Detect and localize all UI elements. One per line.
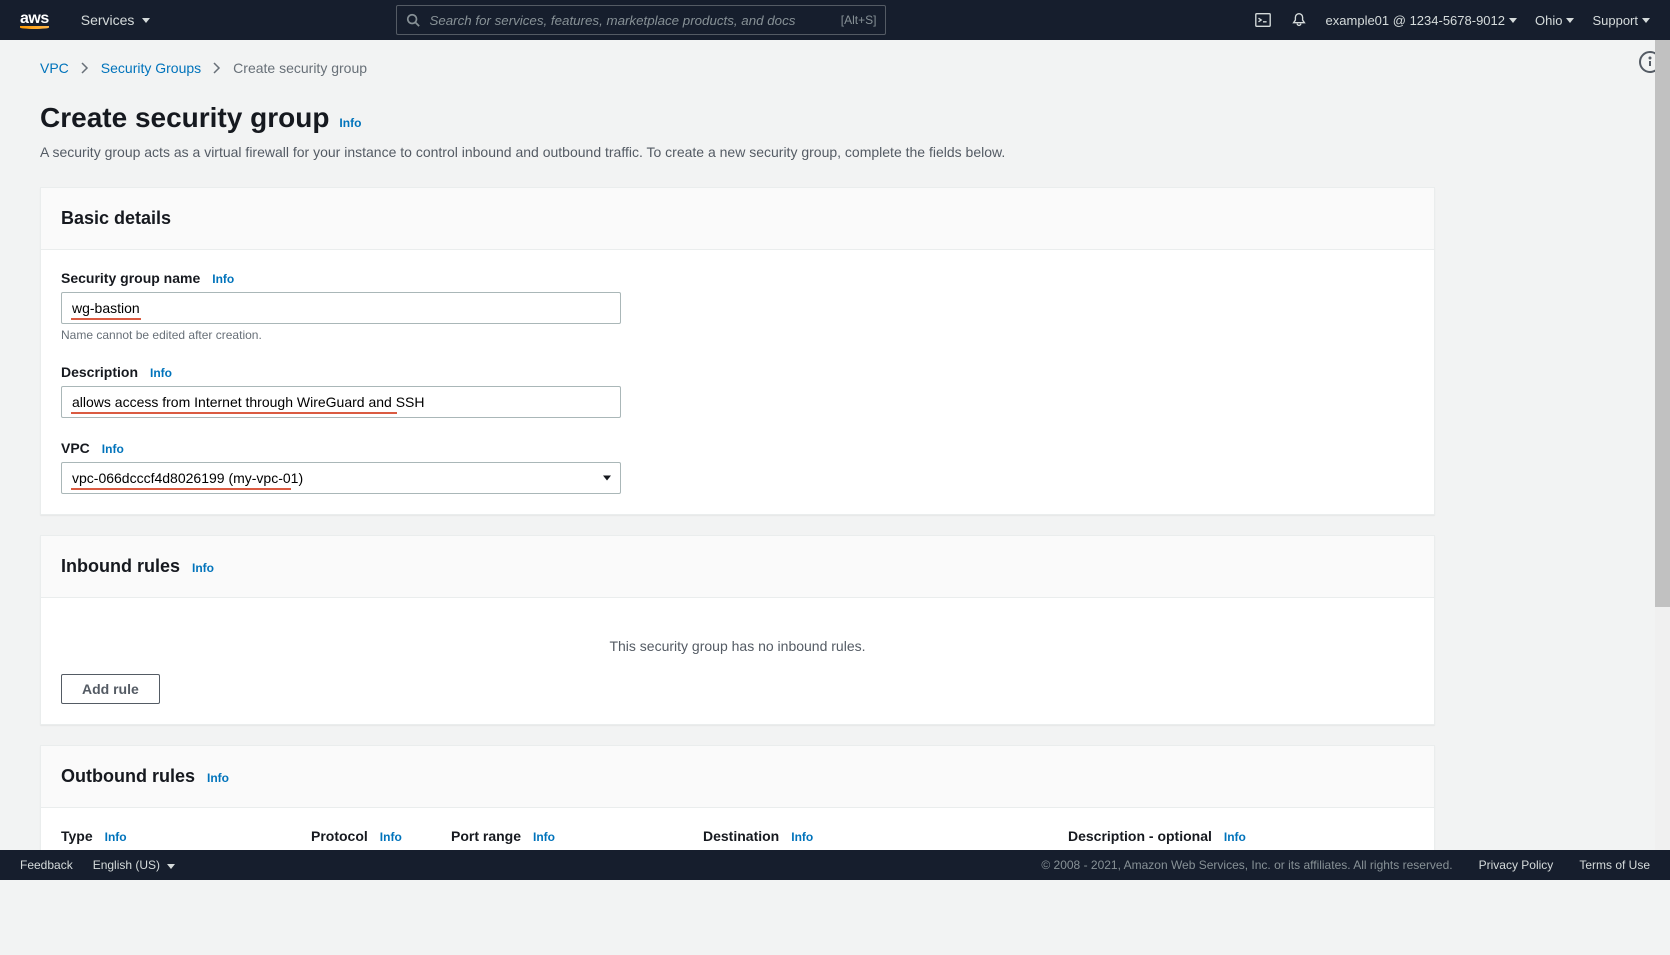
copyright: © 2008 - 2021, Amazon Web Services, Inc.…: [1041, 858, 1452, 872]
page-subtitle: A security group acts as a virtual firew…: [40, 142, 1435, 163]
aws-footer: Feedback English (US) © 2008 - 2021, Ama…: [0, 850, 1670, 880]
caret-down-icon: [1566, 18, 1574, 23]
info-link[interactable]: Info: [1224, 830, 1246, 844]
chevron-right-icon: [81, 62, 89, 74]
language-menu[interactable]: English (US): [93, 858, 176, 872]
search-input[interactable]: [396, 5, 886, 35]
terms-link[interactable]: Terms of Use: [1579, 858, 1650, 872]
info-link[interactable]: Info: [791, 830, 813, 844]
cloudshell-icon[interactable]: [1254, 11, 1272, 29]
bell-icon[interactable]: [1290, 11, 1308, 29]
region-label: Ohio: [1535, 13, 1562, 28]
name-hint: Name cannot be edited after creation.: [61, 328, 1414, 342]
th-type: Type: [61, 828, 93, 844]
account-label: example01 @ 1234-5678-9012: [1326, 13, 1505, 28]
breadcrumb-security-groups[interactable]: Security Groups: [101, 60, 201, 76]
basic-details-panel: Basic details Security group name Info N…: [40, 187, 1435, 515]
info-link[interactable]: Info: [192, 561, 214, 575]
support-menu[interactable]: Support: [1592, 13, 1650, 28]
account-menu[interactable]: example01 @ 1234-5678-9012: [1326, 13, 1517, 28]
caret-down-icon: [142, 18, 150, 23]
description-label: Description: [61, 364, 138, 380]
inbound-empty-message: This security group has no inbound rules…: [61, 618, 1414, 674]
info-link[interactable]: Info: [533, 830, 555, 844]
security-group-name-field: Security group name Info Name cannot be …: [61, 270, 1414, 342]
breadcrumb-current: Create security group: [233, 60, 367, 76]
chevron-right-icon: [213, 62, 221, 74]
basic-details-title: Basic details: [61, 208, 171, 229]
add-inbound-rule-button[interactable]: Add rule: [61, 674, 160, 704]
services-label: Services: [81, 12, 135, 28]
breadcrumb-vpc[interactable]: VPC: [40, 60, 69, 76]
th-description: Description - optional: [1068, 828, 1212, 844]
inbound-rules-title: Inbound rules: [61, 556, 180, 577]
name-label: Security group name: [61, 270, 200, 286]
th-protocol: Protocol: [311, 828, 368, 844]
scrollbar-thumb[interactable]: [1655, 40, 1670, 607]
info-link[interactable]: Info: [380, 830, 402, 844]
info-link[interactable]: Info: [212, 272, 234, 286]
page-title: Create security group: [40, 102, 329, 134]
aws-logo[interactable]: aws: [20, 11, 49, 29]
breadcrumb: VPC Security Groups Create security grou…: [40, 60, 1435, 76]
services-menu[interactable]: Services: [73, 8, 159, 32]
caret-down-icon: [1509, 18, 1517, 23]
support-label: Support: [1592, 13, 1638, 28]
header-right: example01 @ 1234-5678-9012 Ohio Support: [1254, 11, 1650, 29]
vpc-field: VPC Info: [61, 440, 1414, 494]
aws-header: aws Services [Alt+S] example01 @ 1234-56…: [0, 0, 1670, 40]
info-link[interactable]: Info: [339, 116, 361, 130]
feedback-link[interactable]: Feedback: [20, 858, 73, 872]
vpc-label: VPC: [61, 440, 90, 456]
info-link[interactable]: Info: [150, 366, 172, 380]
main-content: VPC Security Groups Create security grou…: [0, 40, 1475, 955]
info-link[interactable]: Info: [102, 442, 124, 456]
search-wrapper: [Alt+S]: [396, 5, 886, 35]
info-link[interactable]: Info: [207, 771, 229, 785]
scrollbar[interactable]: [1655, 40, 1670, 850]
info-link[interactable]: Info: [105, 830, 127, 844]
outbound-rules-title: Outbound rules: [61, 766, 195, 787]
caret-down-icon: [1642, 18, 1650, 23]
region-menu[interactable]: Ohio: [1535, 13, 1574, 28]
description-field: Description Info: [61, 364, 1414, 418]
th-destination: Destination: [703, 828, 779, 844]
search-icon: [406, 13, 420, 27]
inbound-rules-panel: Inbound rules Info This security group h…: [40, 535, 1435, 725]
security-group-name-input[interactable]: [61, 292, 621, 324]
language-label: English (US): [93, 858, 160, 872]
privacy-link[interactable]: Privacy Policy: [1479, 858, 1554, 872]
th-port-range: Port range: [451, 828, 521, 844]
caret-down-icon: [167, 864, 175, 869]
search-shortcut: [Alt+S]: [841, 13, 877, 27]
